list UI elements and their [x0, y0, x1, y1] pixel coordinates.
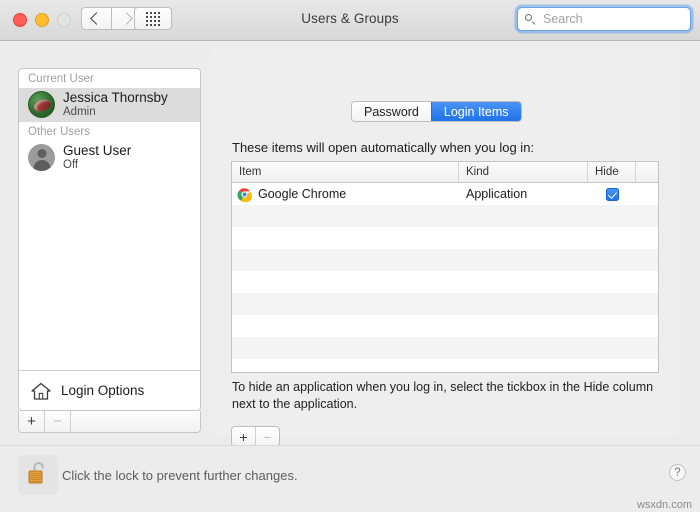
search-field[interactable] — [517, 7, 691, 31]
title-bar: Users & Groups — [0, 0, 700, 41]
hide-checkbox[interactable] — [606, 188, 619, 201]
sidebar-group-current-user: Current User — [19, 69, 200, 88]
remove-user-button: − — [45, 411, 71, 432]
home-icon — [30, 381, 52, 401]
cell-item: Google Chrome — [232, 187, 459, 202]
sidebar-add-remove-bar: + − — [18, 411, 201, 433]
add-login-item-button[interactable]: + — [232, 427, 255, 446]
search-icon — [525, 14, 536, 25]
table-row[interactable]: Google Chrome Application — [232, 183, 658, 205]
column-header-spacer — [636, 162, 658, 182]
table-row-empty[interactable] — [232, 249, 658, 271]
table-header-row: Item Kind Hide — [232, 162, 658, 183]
user-avatar-photo — [28, 91, 55, 118]
add-user-button[interactable]: + — [19, 411, 45, 432]
item-add-remove-bar: + − — [231, 426, 280, 447]
cell-kind: Application — [459, 187, 588, 201]
lock-button[interactable] — [18, 455, 58, 495]
remove-login-item-button: − — [255, 427, 279, 446]
window-footer: Click the lock to prevent further change… — [0, 445, 700, 512]
user-info: Jessica Thornsby Admin — [63, 90, 168, 119]
user-info: Guest User Off — [63, 143, 131, 172]
table-row-empty[interactable] — [232, 293, 658, 315]
google-chrome-icon — [237, 187, 252, 202]
search-input[interactable] — [541, 11, 685, 27]
login-options-label: Login Options — [61, 383, 144, 398]
user-name: Guest User — [63, 143, 131, 159]
table-row-empty[interactable] — [232, 271, 658, 293]
login-items-panel: Password Login Items These items will op… — [210, 48, 682, 436]
user-name: Jessica Thornsby — [63, 90, 168, 106]
tab-login-items[interactable]: Login Items — [431, 102, 521, 121]
table-row-empty[interactable] — [232, 315, 658, 337]
item-name: Google Chrome — [258, 187, 346, 201]
column-header-kind[interactable]: Kind — [459, 162, 588, 182]
user-list-sidebar[interactable]: Current User Jessica Thornsby Admin Othe… — [18, 68, 201, 411]
watermark: wsxdn.com — [637, 499, 692, 511]
sidebar-group-other-users: Other Users — [19, 122, 200, 141]
unlocked-padlock-icon — [26, 459, 50, 492]
add-remove-filler — [71, 411, 200, 432]
table-body: Google Chrome Application — [232, 183, 658, 373]
sidebar-item-jessica-thornsby[interactable]: Jessica Thornsby Admin — [19, 88, 200, 122]
login-items-table[interactable]: Item Kind Hide — [231, 161, 659, 373]
lock-message: Click the lock to prevent further change… — [62, 468, 298, 483]
preference-body: Current User Jessica Thornsby Admin Othe… — [0, 41, 700, 445]
sidebar-item-guest-user[interactable]: Guest User Off — [19, 141, 200, 175]
user-role: Admin — [63, 106, 168, 120]
tab-bar: Password Login Items — [351, 101, 522, 122]
table-row-empty[interactable] — [232, 359, 658, 373]
users-and-groups-window: Users & Groups Current User Jessica Thor… — [0, 0, 700, 512]
table-row-empty[interactable] — [232, 205, 658, 227]
column-header-hide[interactable]: Hide — [588, 162, 636, 182]
column-header-item[interactable]: Item — [232, 162, 459, 182]
tab-password[interactable]: Password — [352, 102, 431, 121]
panel-help-text: To hide an application when you log in, … — [232, 379, 664, 413]
panel-intro-text: These items will open automatically when… — [232, 140, 534, 155]
user-status: Off — [63, 159, 131, 173]
table-row-empty[interactable] — [232, 337, 658, 359]
sidebar-item-login-options[interactable]: Login Options — [19, 370, 200, 410]
help-button[interactable]: ? — [669, 464, 686, 481]
table-row-empty[interactable] — [232, 227, 658, 249]
cell-hide[interactable] — [588, 188, 636, 201]
guest-silhouette-icon — [28, 144, 55, 171]
